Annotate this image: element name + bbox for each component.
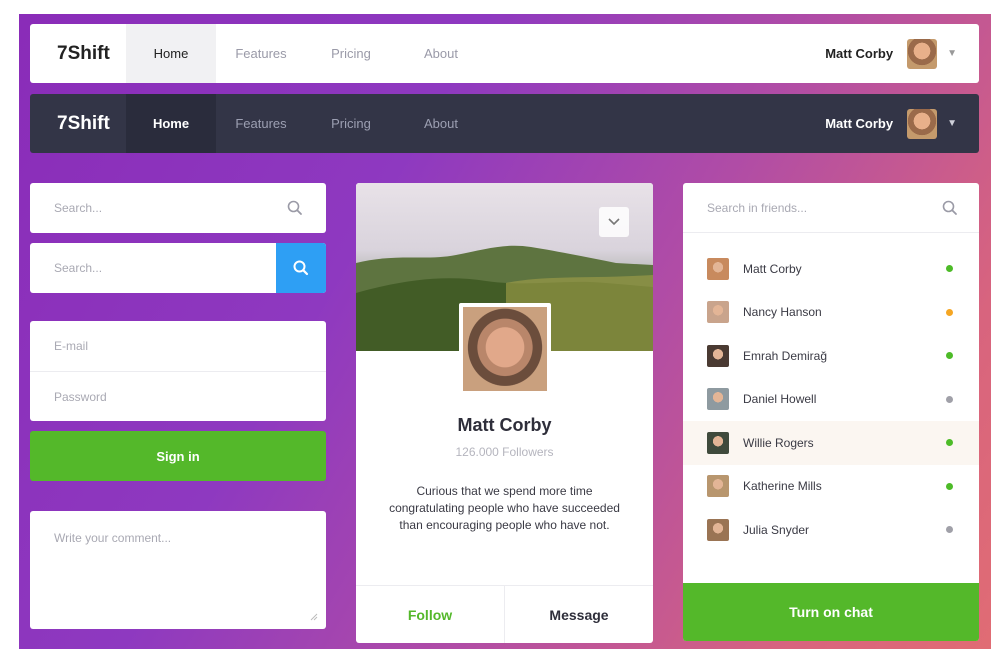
followers-count: 126.000 Followers (455, 445, 554, 459)
chevron-down-icon (608, 218, 620, 226)
friend-avatar (707, 257, 729, 280)
friend-avatar (707, 475, 729, 498)
nav-link-about[interactable]: About (396, 94, 486, 153)
friend-avatar (707, 301, 729, 324)
profile-actions: Follow Message (356, 585, 653, 643)
comment-placeholder: Write your comment... (54, 531, 172, 545)
nav-link-features[interactable]: Features (216, 24, 306, 83)
brand-logo[interactable]: 7Shift (30, 43, 126, 65)
friends-list: Matt Corby Nancy Hanson Emrah Demirağ Da… (683, 233, 979, 552)
resize-handle-icon[interactable] (310, 613, 318, 621)
profile-bio: Curious that we spend more time congratu… (389, 484, 620, 532)
user-name[interactable]: Matt Corby (825, 46, 893, 61)
navbar-light: 7Shift Home Features Pricing About Matt … (30, 24, 979, 83)
friend-avatar (707, 344, 729, 367)
friend-item[interactable]: Julia Snyder (683, 508, 979, 552)
nav-link-home[interactable]: Home (126, 94, 216, 153)
nav-link-home[interactable]: Home (126, 24, 216, 83)
friend-item[interactable]: Daniel Howell (683, 378, 979, 422)
nav-link-pricing[interactable]: Pricing (306, 24, 396, 83)
card-menu-button[interactable] (599, 207, 629, 237)
chevron-down-icon[interactable]: ▼ (947, 118, 957, 129)
friend-item[interactable]: Matt Corby (683, 247, 979, 291)
search-icon (293, 260, 309, 276)
friends-search-input[interactable]: Search in friends... (683, 183, 979, 233)
comment-textarea[interactable]: Write your comment... (30, 511, 326, 629)
friend-name: Willie Rogers (743, 435, 814, 450)
friend-name: Nancy Hanson (743, 305, 822, 320)
friend-avatar (707, 431, 729, 454)
profile-name: Matt Corby (457, 415, 552, 435)
profile-photo[interactable] (459, 303, 551, 395)
status-dot (946, 395, 953, 403)
friend-item[interactable]: Katherine Mills (683, 465, 979, 509)
search-input-with-button[interactable]: Search... (30, 243, 326, 293)
password-field[interactable]: Password (30, 371, 326, 421)
friend-item[interactable]: Willie Rogers (683, 421, 979, 465)
friends-panel: Search in friends... Matt Corby Nancy Ha… (683, 183, 979, 641)
nav-link-features[interactable]: Features (216, 94, 306, 153)
friends-search-placeholder: Search in friends... (707, 200, 808, 215)
user-name[interactable]: Matt Corby (825, 116, 893, 131)
friend-name: Matt Corby (743, 261, 802, 276)
login-form: E-mail Password (30, 321, 326, 421)
status-dot (946, 308, 953, 316)
search-button[interactable] (276, 243, 326, 293)
friend-name: Emrah Demirağ (743, 348, 828, 363)
avatar[interactable] (907, 38, 938, 69)
status-dot (946, 526, 953, 533)
friend-item[interactable]: Emrah Demirağ (683, 334, 979, 378)
friend-name: Julia Snyder (743, 522, 810, 537)
search-placeholder: Search... (54, 261, 103, 275)
status-dot (946, 352, 953, 359)
search-icon[interactable] (286, 199, 304, 217)
friend-avatar (707, 518, 729, 541)
follow-button[interactable]: Follow (356, 586, 504, 643)
nav-link-pricing[interactable]: Pricing (306, 94, 396, 153)
friend-name: Katherine Mills (743, 479, 822, 494)
status-dot (946, 439, 953, 446)
search-input-plain[interactable]: Search... (30, 183, 326, 233)
status-dot (946, 482, 953, 490)
chevron-down-icon[interactable]: ▼ (947, 48, 957, 59)
friend-item[interactable]: Nancy Hanson (683, 291, 979, 335)
nav-link-about[interactable]: About (396, 24, 486, 83)
brand-logo[interactable]: 7Shift (30, 113, 126, 135)
background-canvas: 7Shift Home Features Pricing About Matt … (19, 14, 991, 649)
message-button[interactable]: Message (504, 586, 653, 643)
sign-in-button[interactable]: Sign in (30, 431, 326, 481)
friend-avatar (707, 388, 729, 411)
avatar[interactable] (907, 108, 938, 139)
status-dot (946, 265, 953, 272)
search-icon[interactable] (941, 199, 959, 217)
friend-name: Daniel Howell (743, 392, 817, 407)
search-placeholder: Search... (54, 201, 103, 215)
turn-on-chat-button[interactable]: Turn on chat (683, 583, 979, 641)
navbar-dark: 7Shift Home Features Pricing About Matt … (30, 94, 979, 153)
email-field[interactable]: E-mail (30, 321, 326, 371)
profile-card: Matt Corby 126.000 Followers Curious tha… (356, 183, 653, 643)
